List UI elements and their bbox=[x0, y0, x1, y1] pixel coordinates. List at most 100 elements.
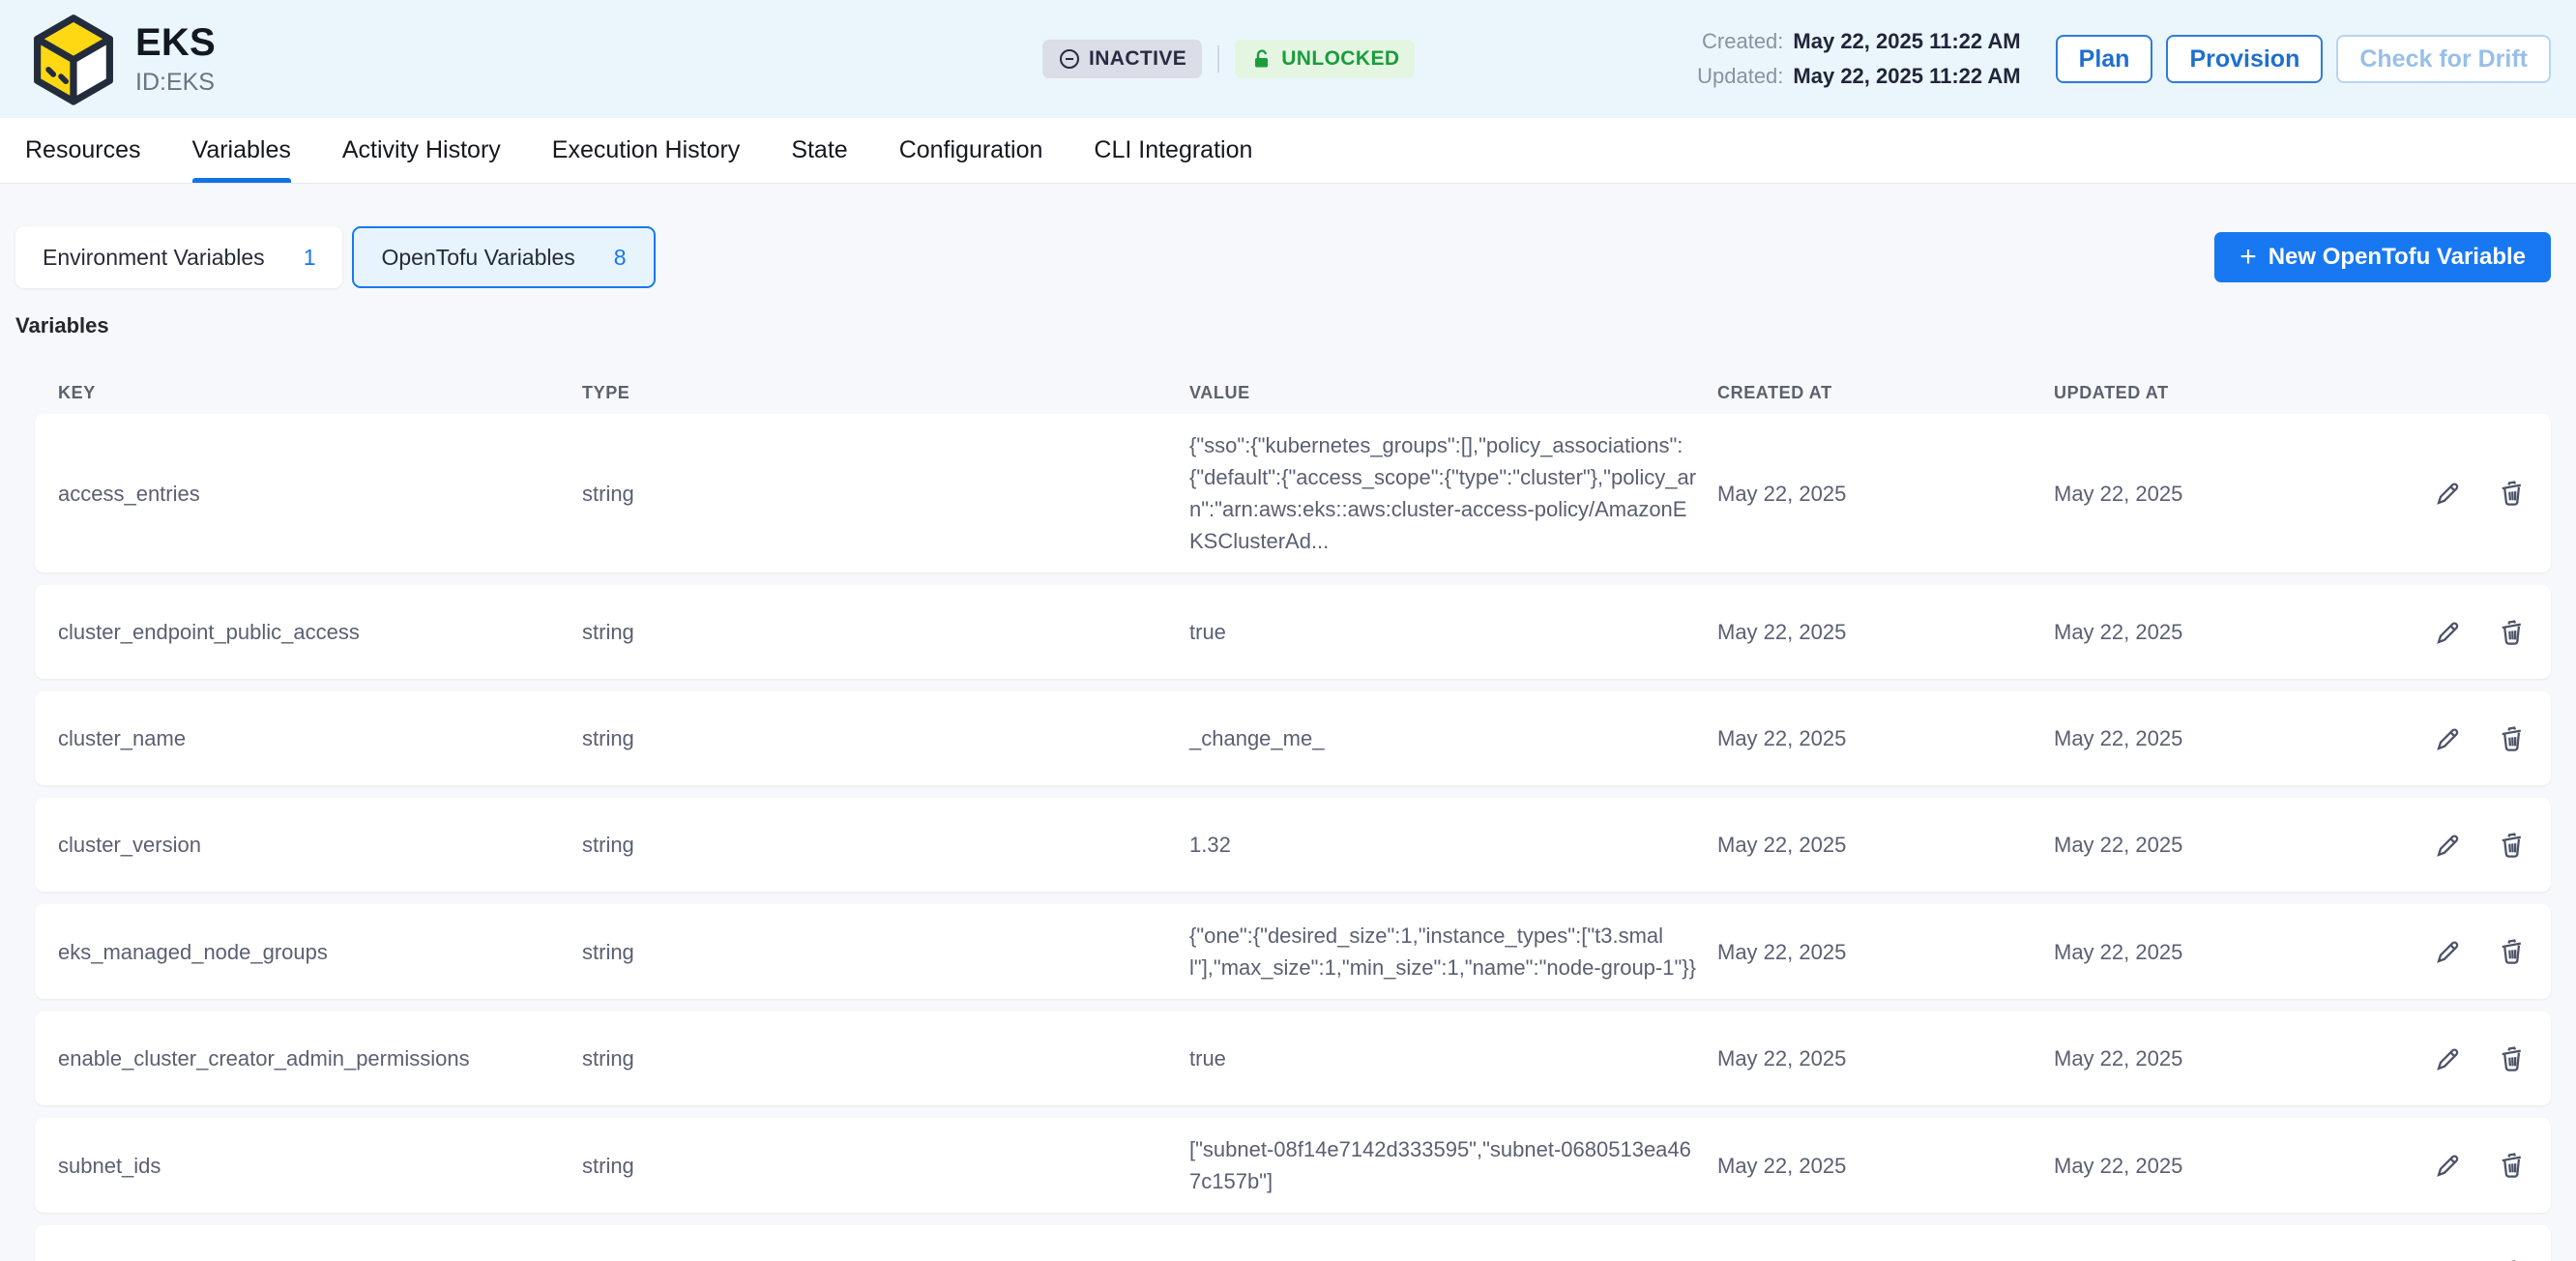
variable-updated-at: May 22, 2025 bbox=[2054, 616, 2375, 648]
table-row: enable_cluster_creator_admin_permissions… bbox=[35, 1012, 2551, 1105]
column-header-type: TYPE bbox=[582, 383, 1189, 403]
tab-state[interactable]: State bbox=[791, 118, 847, 183]
created-value: May 22, 2025 11:22 AM bbox=[1793, 29, 2020, 54]
edit-variable-icon[interactable] bbox=[2433, 936, 2464, 967]
workspace-header: EKS ID:EKS INACTIVE UNLOCKED bbox=[0, 0, 2576, 118]
workspace-id: ID:EKS bbox=[135, 69, 216, 97]
check-for-drift-button[interactable]: Check for Drift bbox=[2336, 35, 2551, 83]
variable-value: true bbox=[1189, 1042, 1716, 1074]
variable-created-at: May 22, 2025 bbox=[1717, 1256, 2054, 1261]
delete-variable-icon[interactable] bbox=[2497, 617, 2528, 648]
environment-variables-filter[interactable]: Environment Variables 1 bbox=[15, 226, 342, 288]
column-header-key: KEY bbox=[58, 383, 582, 403]
variable-key: eks_managed_node_groups bbox=[58, 936, 582, 968]
delete-variable-icon[interactable] bbox=[2497, 936, 2528, 967]
edit-variable-icon[interactable] bbox=[2433, 478, 2464, 509]
variable-key: cluster_name bbox=[58, 722, 582, 754]
variable-value: {"sso":{"kubernetes_groups":[],"policy_a… bbox=[1189, 429, 1716, 557]
variable-key: cluster_version bbox=[58, 829, 582, 861]
table-row: vpc_id string vpc-078b51c6cbc5581f1 May … bbox=[35, 1225, 2551, 1261]
lock-status-badge: UNLOCKED bbox=[1235, 40, 1415, 78]
tab-configuration[interactable]: Configuration bbox=[899, 118, 1043, 183]
variable-created-at: May 22, 2025 bbox=[1717, 936, 2054, 968]
table-row: subnet_ids string ["subnet-08f14e7142d33… bbox=[35, 1118, 2551, 1213]
workspace-tabs: Resources Variables Activity History Exe… bbox=[0, 118, 2576, 184]
variable-type: string bbox=[582, 829, 1189, 861]
delete-variable-icon[interactable] bbox=[2497, 478, 2528, 509]
variable-type: string bbox=[582, 478, 1189, 510]
status-badge: INACTIVE bbox=[1042, 40, 1202, 78]
table-row: cluster_endpoint_public_access string tr… bbox=[35, 585, 2551, 679]
variable-key: cluster_endpoint_public_access bbox=[58, 616, 582, 648]
variable-updated-at: May 22, 2025 bbox=[2054, 478, 2375, 510]
new-opentofu-variable-button[interactable]: + New OpenTofu Variable bbox=[2214, 232, 2551, 282]
edit-variable-icon[interactable] bbox=[2433, 1043, 2464, 1074]
variable-type: string bbox=[582, 722, 1189, 754]
tab-resources[interactable]: Resources bbox=[25, 118, 141, 183]
variable-key: subnet_ids bbox=[58, 1150, 582, 1182]
provision-button[interactable]: Provision bbox=[2166, 35, 2323, 83]
edit-variable-icon[interactable] bbox=[2433, 723, 2464, 754]
variable-value: vpc-078b51c6cbc5581f1 bbox=[1189, 1256, 1716, 1261]
variable-created-at: May 22, 2025 bbox=[1717, 1150, 2054, 1182]
variables-section-title: Variables bbox=[15, 313, 2551, 338]
variable-value: ["subnet-08f14e7142d333595","subnet-0680… bbox=[1189, 1133, 1716, 1197]
variables-table: KEY TYPE VALUE CREATED AT UPDATED AT acc… bbox=[35, 371, 2551, 1261]
variable-type: string bbox=[582, 1150, 1189, 1182]
column-header-updated: UPDATED AT bbox=[2054, 383, 2375, 403]
environment-variables-count: 1 bbox=[304, 245, 316, 271]
tab-cli-integration[interactable]: CLI Integration bbox=[1094, 118, 1252, 183]
table-row: cluster_version string 1.32 May 22, 2025… bbox=[35, 798, 2551, 892]
table-header-row: KEY TYPE VALUE CREATED AT UPDATED AT bbox=[35, 371, 2551, 414]
badge-divider bbox=[1217, 45, 1219, 73]
created-label: Created: bbox=[1702, 29, 1783, 54]
variable-type: string bbox=[582, 616, 1189, 648]
updated-label: Updated: bbox=[1697, 64, 1783, 89]
variable-value: {"one":{"desired_size":1,"instance_types… bbox=[1189, 920, 1716, 983]
variable-key: vpc_id bbox=[58, 1256, 582, 1261]
variable-value: true bbox=[1189, 616, 1716, 648]
unlock-icon bbox=[1250, 47, 1273, 71]
variable-updated-at: May 22, 2025 bbox=[2054, 722, 2375, 754]
opentofu-variables-filter[interactable]: OpenTofu Variables 8 bbox=[352, 226, 655, 288]
variable-key: access_entries bbox=[58, 478, 582, 510]
variable-key: enable_cluster_creator_admin_permissions bbox=[58, 1042, 582, 1074]
opentofu-variables-count: 8 bbox=[614, 245, 627, 271]
delete-variable-icon[interactable] bbox=[2497, 1150, 2528, 1181]
table-row: eks_managed_node_groups string {"one":{"… bbox=[35, 904, 2551, 999]
delete-variable-icon[interactable] bbox=[2497, 1043, 2528, 1074]
timestamps: Created: May 22, 2025 11:22 AM Updated: … bbox=[1697, 29, 2021, 89]
edit-variable-icon[interactable] bbox=[2433, 1257, 2464, 1261]
tab-variables[interactable]: Variables bbox=[192, 118, 291, 183]
variable-value: 1.32 bbox=[1189, 829, 1716, 861]
variable-updated-at: May 22, 2025 bbox=[2054, 1150, 2375, 1182]
variable-type: string bbox=[582, 1256, 1189, 1261]
variable-updated-at: May 22, 2025 bbox=[2054, 1256, 2375, 1261]
delete-variable-icon[interactable] bbox=[2497, 830, 2528, 861]
plan-button[interactable]: Plan bbox=[2056, 35, 2153, 83]
tab-activity-history[interactable]: Activity History bbox=[342, 118, 501, 183]
tab-execution-history[interactable]: Execution History bbox=[552, 118, 741, 183]
plus-icon: + bbox=[2239, 243, 2257, 272]
opentofu-logo-icon bbox=[29, 13, 118, 105]
minus-circle-icon bbox=[1058, 47, 1081, 71]
variable-created-at: May 22, 2025 bbox=[1717, 829, 2054, 861]
table-row: access_entries string {"sso":{"kubernete… bbox=[35, 414, 2551, 572]
variable-updated-at: May 22, 2025 bbox=[2054, 829, 2375, 861]
edit-variable-icon[interactable] bbox=[2433, 830, 2464, 861]
variable-created-at: May 22, 2025 bbox=[1717, 616, 2054, 648]
column-header-value: VALUE bbox=[1189, 383, 1717, 403]
edit-variable-icon[interactable] bbox=[2433, 617, 2464, 648]
column-header-created: CREATED AT bbox=[1717, 383, 2054, 403]
updated-value: May 22, 2025 11:22 AM bbox=[1793, 64, 2020, 89]
variable-updated-at: May 22, 2025 bbox=[2054, 1042, 2375, 1074]
page-title: EKS bbox=[135, 21, 216, 65]
variable-type: string bbox=[582, 936, 1189, 968]
table-row: cluster_name string _change_me_ May 22, … bbox=[35, 691, 2551, 785]
delete-variable-icon[interactable] bbox=[2497, 723, 2528, 754]
edit-variable-icon[interactable] bbox=[2433, 1150, 2464, 1181]
variable-created-at: May 22, 2025 bbox=[1717, 722, 2054, 754]
delete-variable-icon[interactable] bbox=[2497, 1257, 2528, 1261]
variable-type: string bbox=[582, 1042, 1189, 1074]
variable-updated-at: May 22, 2025 bbox=[2054, 936, 2375, 968]
